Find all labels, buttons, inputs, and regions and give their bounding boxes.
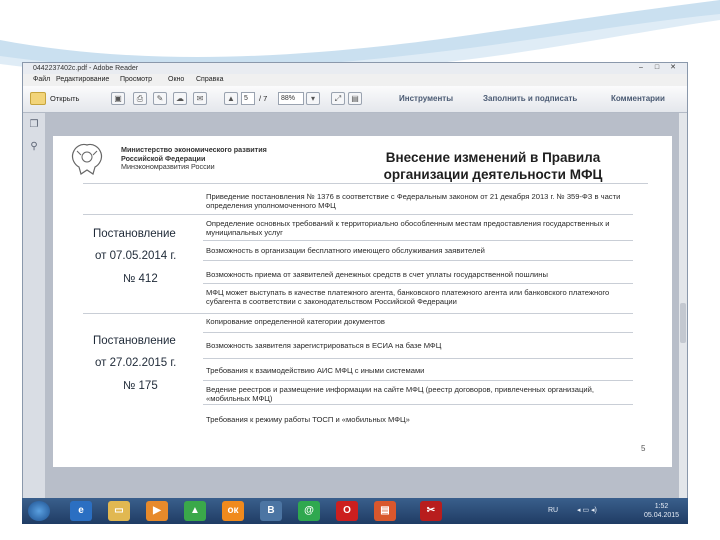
comments-button[interactable]: Комментарии xyxy=(611,93,665,105)
internet-explorer-icon[interactable]: e xyxy=(70,501,92,521)
change-row: Копирование определенной категории докум… xyxy=(206,317,385,326)
tools-button[interactable]: Инструменты xyxy=(399,93,453,105)
menu-view[interactable]: Просмотр xyxy=(120,74,152,86)
pages-icon[interactable]: ❐ xyxy=(28,119,40,131)
vertical-scrollbar[interactable] xyxy=(679,113,687,499)
slide-title-line-2: организации деятельности МФЦ xyxy=(383,167,603,182)
change-row: Требования к взаимодействию АИС МФЦ с ин… xyxy=(206,366,425,375)
read-mode-icon[interactable]: ▤ xyxy=(348,92,362,105)
odnoklassniki-icon[interactable]: ок xyxy=(222,501,244,521)
cloud-icon[interactable]: ☁ xyxy=(173,92,187,105)
clock[interactable]: 1:52 05.04.2015 xyxy=(644,502,679,520)
menu-file[interactable]: Файл xyxy=(33,74,50,86)
file-explorer-icon[interactable]: ▭ xyxy=(108,501,130,521)
resolution-1-type: Постановление xyxy=(93,228,176,240)
ministry-line-3: Минэкономразвития России xyxy=(121,162,215,171)
page-number-input[interactable]: 5 xyxy=(241,92,255,105)
menu-edit[interactable]: Редактирование xyxy=(56,74,109,86)
resolution-1-number: № 412 xyxy=(123,273,158,285)
maximize-icon[interactable]: □ xyxy=(651,64,663,72)
presentation-icon[interactable]: ▤ xyxy=(374,501,396,521)
slide-page-number: 5 xyxy=(641,444,646,453)
menu-window[interactable]: Окно xyxy=(168,74,184,86)
windows-taskbar: e ▭ ▶ ▲ ок В @ O ▤ ✂ RU ◂ ▭ ◂) 1:52 05.0… xyxy=(22,498,688,524)
window-title: 0442237402c.pdf - Adobe Reader xyxy=(33,65,139,72)
menu-help[interactable]: Справка xyxy=(196,74,223,86)
mail-agent-icon[interactable]: @ xyxy=(298,501,320,521)
email-icon[interactable]: ✉ xyxy=(193,92,207,105)
change-row: Возможность приема от заявителей денежны… xyxy=(206,270,548,279)
scrollbar-thumb[interactable] xyxy=(680,303,686,343)
start-button-icon[interactable] xyxy=(28,501,50,521)
open-folder-icon[interactable] xyxy=(30,92,46,105)
ministry-name: Министерство экономического развития Рос… xyxy=(121,145,267,172)
change-row: Возможность заявителя зарегистрироваться… xyxy=(206,341,442,350)
zoom-dropdown-icon[interactable]: ▾ xyxy=(306,92,320,105)
media-player-icon[interactable]: ▶ xyxy=(146,501,168,521)
tray-icons[interactable]: ◂ ▭ ◂) xyxy=(577,506,597,515)
edit-icon[interactable]: ✎ xyxy=(153,92,167,105)
adobe-reader-window: 0442237402c.pdf - Adobe Reader – □ ✕ Фай… xyxy=(22,62,688,524)
adobe-reader-icon[interactable]: ✂ xyxy=(420,501,442,521)
slide-title: Внесение изменений в Правила организации… xyxy=(353,149,633,183)
window-titlebar: 0442237402c.pdf - Adobe Reader – □ ✕ xyxy=(23,63,687,74)
document-viewer: Министерство экономического развития Рос… xyxy=(45,113,687,499)
fill-and-sign-button[interactable]: Заполнить и подписать xyxy=(483,93,577,105)
game-icon[interactable]: ▲ xyxy=(184,501,206,521)
coat-of-arms-icon xyxy=(71,143,103,175)
page-up-icon[interactable]: ▲ xyxy=(224,92,238,105)
minimize-icon[interactable]: – xyxy=(635,64,647,72)
pdf-page: Министерство экономического развития Рос… xyxy=(53,136,672,467)
change-row: Требования к режиму работы ТОСП и «мобил… xyxy=(206,415,410,424)
resolution-2-type: Постановление xyxy=(93,335,176,347)
page-total: / 7 xyxy=(259,94,268,103)
clock-time: 1:52 xyxy=(654,503,669,510)
close-icon[interactable]: ✕ xyxy=(667,64,679,72)
resolution-2-date: от 27.02.2015 г. xyxy=(95,357,177,369)
change-row: МФЦ может выступать в качестве платежног… xyxy=(206,288,610,306)
change-row: Возможность в организации бесплатного им… xyxy=(206,246,485,255)
main-toolbar: Открыть ▣ ⎙ ✎ ☁ ✉ ▲ 5 / 7 88% ▾ ⤢ ▤ Инст… xyxy=(23,86,687,113)
slide-title-line-1: Внесение изменений в Правила xyxy=(385,150,601,165)
resolution-1-date: от 07.05.2014 г. xyxy=(95,250,177,262)
navigation-panel: ❐ ⚲ xyxy=(23,113,45,499)
zoom-input[interactable]: 88% xyxy=(278,92,304,105)
attachment-icon[interactable]: ⚲ xyxy=(28,141,40,153)
opera-icon[interactable]: O xyxy=(336,501,358,521)
clock-date: 05.04.2015 xyxy=(644,512,680,519)
print-icon[interactable]: ⎙ xyxy=(133,92,147,105)
fit-page-icon[interactable]: ⤢ xyxy=(331,92,345,105)
change-row: Приведение постановления № 1376 в соотве… xyxy=(206,192,621,210)
resolution-2-number: № 175 xyxy=(123,380,158,392)
language-indicator[interactable]: RU xyxy=(548,506,558,515)
create-pdf-icon[interactable]: ▣ xyxy=(111,92,125,105)
change-row: Ведение реестров и размещение информации… xyxy=(206,385,594,403)
change-row: Определение основных требований к террит… xyxy=(206,219,610,237)
divider xyxy=(83,183,648,184)
open-button[interactable]: Открыть xyxy=(50,93,79,105)
vkontakte-icon[interactable]: В xyxy=(260,501,282,521)
menu-bar: Файл Редактирование Просмотр Окно Справк… xyxy=(23,74,687,86)
